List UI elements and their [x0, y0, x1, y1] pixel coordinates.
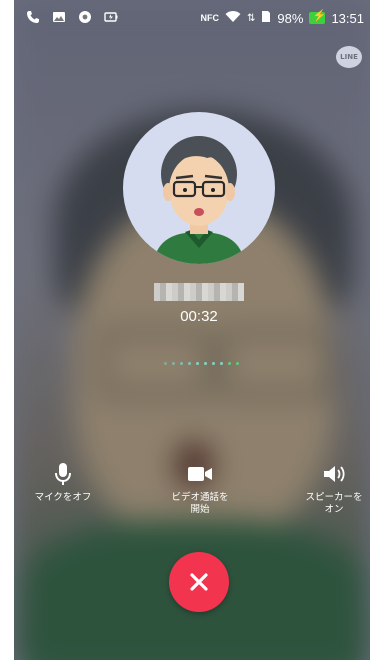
nfc-icon: NFC	[200, 13, 220, 23]
microphone-icon	[55, 463, 71, 485]
phone-call-icon	[26, 10, 40, 24]
caller-name-pixelated	[154, 283, 244, 301]
status-bar: NFC ⇅ 98% 13:51	[14, 0, 370, 38]
video-call-label: ビデオ通話を 開始	[171, 492, 229, 515]
image-notification-icon	[52, 10, 66, 24]
battery-saver-icon	[104, 10, 118, 24]
wifi-icon	[225, 10, 241, 26]
clock: 13:51	[331, 10, 364, 26]
speaker-label: スピーカーを オン	[305, 492, 363, 515]
caller-avatar	[123, 112, 275, 264]
battery-percent: 98%	[277, 10, 304, 26]
call-screen: NFC ⇅ 98% 13:51 LINE	[14, 0, 370, 660]
close-icon	[190, 573, 208, 591]
speaker-icon	[324, 466, 345, 482]
video-camera-icon	[188, 467, 212, 481]
connection-indicator	[164, 362, 239, 365]
battery-charging-icon	[309, 9, 326, 24]
chrome-icon	[78, 10, 92, 24]
mute-button[interactable]: マイクをオフ	[14, 462, 118, 504]
end-call-button[interactable]	[169, 552, 229, 612]
speaker-button[interactable]: スピーカーを オン	[279, 462, 370, 516]
start-video-call-button[interactable]: ビデオ通話を 開始	[145, 462, 255, 516]
data-transfer-icon: ⇅	[247, 12, 256, 24]
mute-label: マイクをオフ	[34, 492, 92, 503]
call-timer: 00:32	[180, 308, 218, 325]
sim-signal-icon	[261, 10, 271, 26]
line-logo-icon: LINE	[336, 46, 362, 68]
